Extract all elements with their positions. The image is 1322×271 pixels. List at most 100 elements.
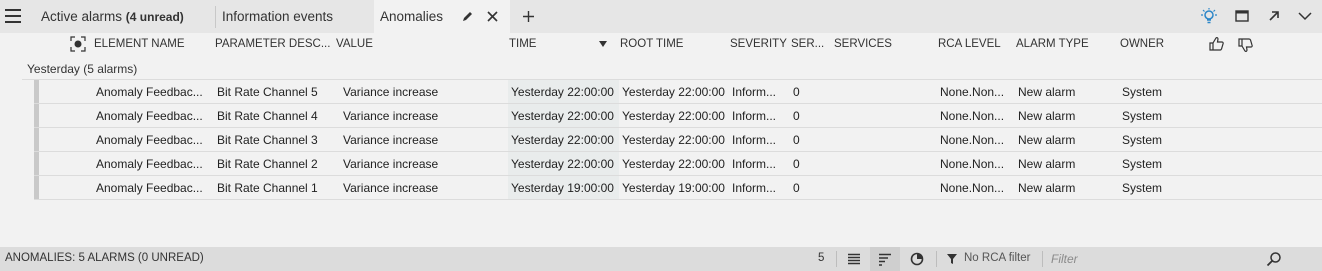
tab-divider xyxy=(215,6,216,28)
cell-owner: System xyxy=(1122,157,1163,171)
cell-value: Variance increase xyxy=(343,85,439,99)
cell-time: Yesterday 22:00:00 xyxy=(511,85,614,99)
hamburger-menu-icon[interactable] xyxy=(5,9,21,23)
column-header-ser[interactable]: SER... xyxy=(791,38,824,50)
column-header-element-name[interactable]: ELEMENT NAME xyxy=(94,38,185,50)
popout-arrow-icon[interactable] xyxy=(1266,8,1282,27)
tab-label: Active alarms xyxy=(41,9,123,24)
cell-severity: Inform... xyxy=(732,85,777,99)
cell-value: Variance increase xyxy=(343,109,439,123)
column-header-time[interactable]: TIME xyxy=(509,38,536,50)
thumbs-up-icon[interactable] xyxy=(1208,36,1226,52)
cell-ser: 0 xyxy=(793,109,800,123)
cell-time: Yesterday 22:00:00 xyxy=(511,133,614,147)
chevron-down-icon[interactable] xyxy=(1297,8,1313,27)
cell-root-time: Yesterday 22:00:00 xyxy=(622,85,725,99)
row-severity-indicator xyxy=(34,104,39,127)
cell-owner: System xyxy=(1122,181,1163,195)
cell-element-name: Anomaly Feedbac... xyxy=(96,157,203,171)
statistics-button[interactable] xyxy=(902,247,932,271)
status-divider xyxy=(1042,251,1043,267)
column-header-severity[interactable]: SEVERITY xyxy=(730,38,787,50)
cell-parameter: Bit Rate Channel 3 xyxy=(217,133,318,147)
cell-alarm-type: New alarm xyxy=(1018,133,1076,147)
cell-time: Yesterday 22:00:00 xyxy=(511,109,614,123)
table-row[interactable]: Anomaly Feedbac... Bit Rate Channel 3 Va… xyxy=(34,128,1322,152)
thumbs-down-icon[interactable] xyxy=(1237,37,1255,53)
close-tab-icon[interactable] xyxy=(486,10,499,23)
table-row[interactable]: Anomaly Feedbac... Bit Rate Channel 5 Va… xyxy=(34,80,1322,104)
cell-parameter: Bit Rate Channel 5 xyxy=(217,85,318,99)
cell-owner: System xyxy=(1122,109,1163,123)
tab-information-events[interactable]: Information events xyxy=(222,0,333,33)
search-icon[interactable] xyxy=(1266,251,1282,267)
cell-parameter: Bit Rate Channel 1 xyxy=(217,181,318,195)
cell-ser: 0 xyxy=(793,85,800,99)
sort-lines-icon xyxy=(879,253,891,266)
cell-rca-level: None.Non... xyxy=(940,181,1005,195)
list-view-button[interactable] xyxy=(840,247,870,271)
column-header-value[interactable]: VALUE xyxy=(336,38,373,50)
window-maximize-icon[interactable] xyxy=(1234,8,1250,27)
tab-bar: Active alarms (4 unread) Information eve… xyxy=(0,0,1322,33)
cell-time: Yesterday 19:00:00 xyxy=(511,181,614,195)
cell-owner: System xyxy=(1122,85,1163,99)
column-selector-icon[interactable] xyxy=(70,36,86,52)
column-header-rca-level[interactable]: RCA LEVEL xyxy=(938,38,1001,50)
cell-alarm-type: New alarm xyxy=(1018,181,1076,195)
tab-label: Anomalies xyxy=(380,9,444,24)
row-severity-indicator xyxy=(34,80,39,103)
column-header-alarm-type[interactable]: ALARM TYPE xyxy=(1016,38,1089,50)
column-header-services[interactable]: SERVICES xyxy=(834,38,892,50)
column-header-root-time[interactable]: ROOT TIME xyxy=(620,38,683,50)
table-row[interactable]: Anomaly Feedbac... Bit Rate Channel 1 Va… xyxy=(34,176,1322,200)
add-tab-icon[interactable] xyxy=(522,10,535,23)
cell-alarm-type: New alarm xyxy=(1018,157,1076,171)
cell-rca-level: None.Non... xyxy=(940,157,1005,171)
edit-pencil-icon[interactable] xyxy=(461,10,474,23)
cell-element-name: Anomaly Feedbac... xyxy=(96,181,203,195)
tab-active-alarms[interactable]: Active alarms (4 unread) xyxy=(41,0,184,33)
cell-severity: Inform... xyxy=(732,181,777,195)
cell-value: Variance increase xyxy=(343,181,439,195)
cell-owner: System xyxy=(1122,133,1163,147)
cell-alarm-type: New alarm xyxy=(1018,85,1076,99)
cell-parameter: Bit Rate Channel 4 xyxy=(217,109,318,123)
cell-severity: Inform... xyxy=(732,157,777,171)
unread-badge: (4 unread) xyxy=(125,10,184,24)
cell-severity: Inform... xyxy=(732,109,777,123)
sort-descending-icon[interactable] xyxy=(598,40,608,48)
cell-value: Variance increase xyxy=(343,157,439,171)
cell-ser: 0 xyxy=(793,181,800,195)
cell-root-time: Yesterday 22:00:00 xyxy=(622,133,725,147)
lightbulb-icon[interactable] xyxy=(1200,8,1218,29)
filter-input[interactable] xyxy=(1046,249,1292,269)
cell-root-time: Yesterday 22:00:00 xyxy=(622,109,725,123)
cell-rca-level: None.Non... xyxy=(940,85,1005,99)
group-view-button[interactable] xyxy=(870,247,900,271)
cell-root-time: Yesterday 22:00:00 xyxy=(622,157,725,171)
status-count: 5 xyxy=(818,252,825,264)
cell-element-name: Anomaly Feedbac... xyxy=(96,109,203,123)
cell-parameter: Bit Rate Channel 2 xyxy=(217,157,318,171)
rca-filter-label[interactable]: No RCA filter xyxy=(964,252,1030,264)
column-header-parameter-description[interactable]: PARAMETER DESC... xyxy=(215,38,330,50)
cell-rca-level: None.Non... xyxy=(940,133,1005,147)
cell-time: Yesterday 22:00:00 xyxy=(511,157,614,171)
status-divider xyxy=(936,251,937,267)
pie-chart-icon xyxy=(910,252,924,266)
table-row[interactable]: Anomaly Feedbac... Bit Rate Channel 4 Va… xyxy=(34,104,1322,128)
list-view-icon xyxy=(848,253,860,265)
cell-ser: 0 xyxy=(793,133,800,147)
table-row[interactable]: Anomaly Feedbac... Bit Rate Channel 2 Va… xyxy=(34,152,1322,176)
filter-funnel-icon[interactable] xyxy=(946,253,958,265)
group-header-yesterday[interactable]: Yesterday (5 alarms) xyxy=(27,62,137,76)
row-severity-indicator xyxy=(34,152,39,175)
row-severity-indicator xyxy=(34,128,39,151)
cell-ser: 0 xyxy=(793,157,800,171)
status-divider xyxy=(836,251,837,267)
tab-label: Information events xyxy=(222,9,334,24)
cell-rca-level: None.Non... xyxy=(940,109,1005,123)
cell-alarm-type: New alarm xyxy=(1018,109,1076,123)
column-header-owner[interactable]: OWNER xyxy=(1120,38,1164,50)
